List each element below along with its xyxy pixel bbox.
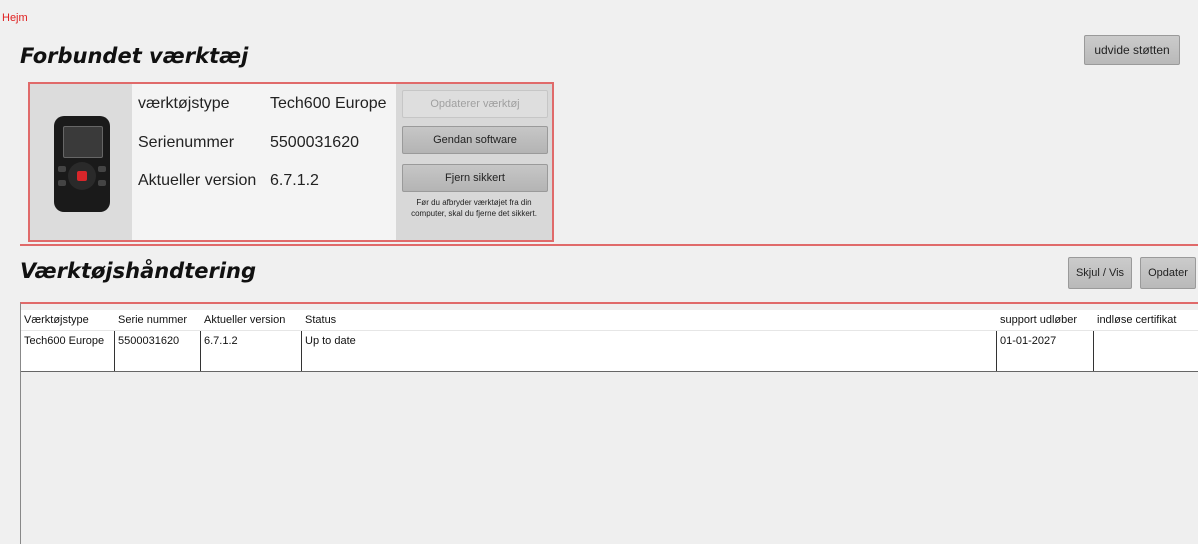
cell-serial: 5500031620 xyxy=(115,331,201,371)
connected-tool-panel: værktøjstype Tech600 Europe Serienummer … xyxy=(28,82,554,242)
serial-number-value: 5500031620 xyxy=(270,134,359,151)
serial-number-label: Serienummer xyxy=(138,134,235,151)
home-link[interactable]: Hejm xyxy=(2,12,28,24)
restore-software-button[interactable]: Gendan software xyxy=(402,126,548,154)
tool-management-title: Værktøjshåndtering xyxy=(20,259,257,283)
safely-remove-hint: Før du afbryder værktøjet fra din comput… xyxy=(411,198,537,218)
connected-tool-title: Forbundet værktæj xyxy=(20,44,249,68)
cell-tool-type: Tech600 Europe xyxy=(21,331,115,371)
table-row[interactable]: Tech600 Europe 5500031620 6.7.1.2 Up to … xyxy=(21,331,1198,372)
safely-remove-button[interactable]: Fjern sikkert xyxy=(402,164,548,192)
version-value: 6.7.1.2 xyxy=(270,172,319,189)
version-label: Aktueller version xyxy=(138,172,257,189)
device-left-button-lower xyxy=(58,180,66,186)
tool-type-value: Tech600 Europe xyxy=(270,95,387,112)
device-left-button xyxy=(58,166,66,172)
column-header-certificate[interactable]: indløse certifikat xyxy=(1094,310,1198,330)
extend-support-button[interactable]: udvide støtten xyxy=(1084,35,1180,65)
update-tool-button: Opdaterer værktøj xyxy=(402,90,548,118)
cell-certificate xyxy=(1094,331,1198,371)
tpms-tool-icon xyxy=(54,116,110,212)
cell-status: Up to date xyxy=(302,331,997,371)
tool-table: Værktøjstype Serie nummer Aktueller vers… xyxy=(20,302,1198,544)
device-right-button xyxy=(98,166,106,172)
cell-support-expires: 01-01-2027 xyxy=(997,331,1094,371)
column-header-support-expires[interactable]: support udløber xyxy=(997,310,1094,330)
table-header: Værktøjstype Serie nummer Aktueller vers… xyxy=(21,310,1198,331)
hide-show-button[interactable]: Skjul / Vis xyxy=(1068,257,1132,289)
device-image xyxy=(30,84,132,240)
section-divider xyxy=(20,244,1198,246)
column-header-tool-type[interactable]: Værktøjstype xyxy=(21,310,115,330)
refresh-button[interactable]: Opdater xyxy=(1140,257,1196,289)
column-header-serial[interactable]: Serie nummer xyxy=(115,310,201,330)
column-header-version[interactable]: Aktueller version xyxy=(201,310,302,330)
device-right-button-lower xyxy=(98,180,106,186)
device-keypad xyxy=(68,162,96,190)
tool-type-label: værktøjstype xyxy=(138,95,230,112)
cell-version: 6.7.1.2 xyxy=(201,331,302,371)
device-screen xyxy=(63,126,103,158)
tool-actions: Opdaterer værktøj Gendan software Fjern … xyxy=(396,84,552,240)
column-header-status[interactable]: Status xyxy=(302,310,997,330)
